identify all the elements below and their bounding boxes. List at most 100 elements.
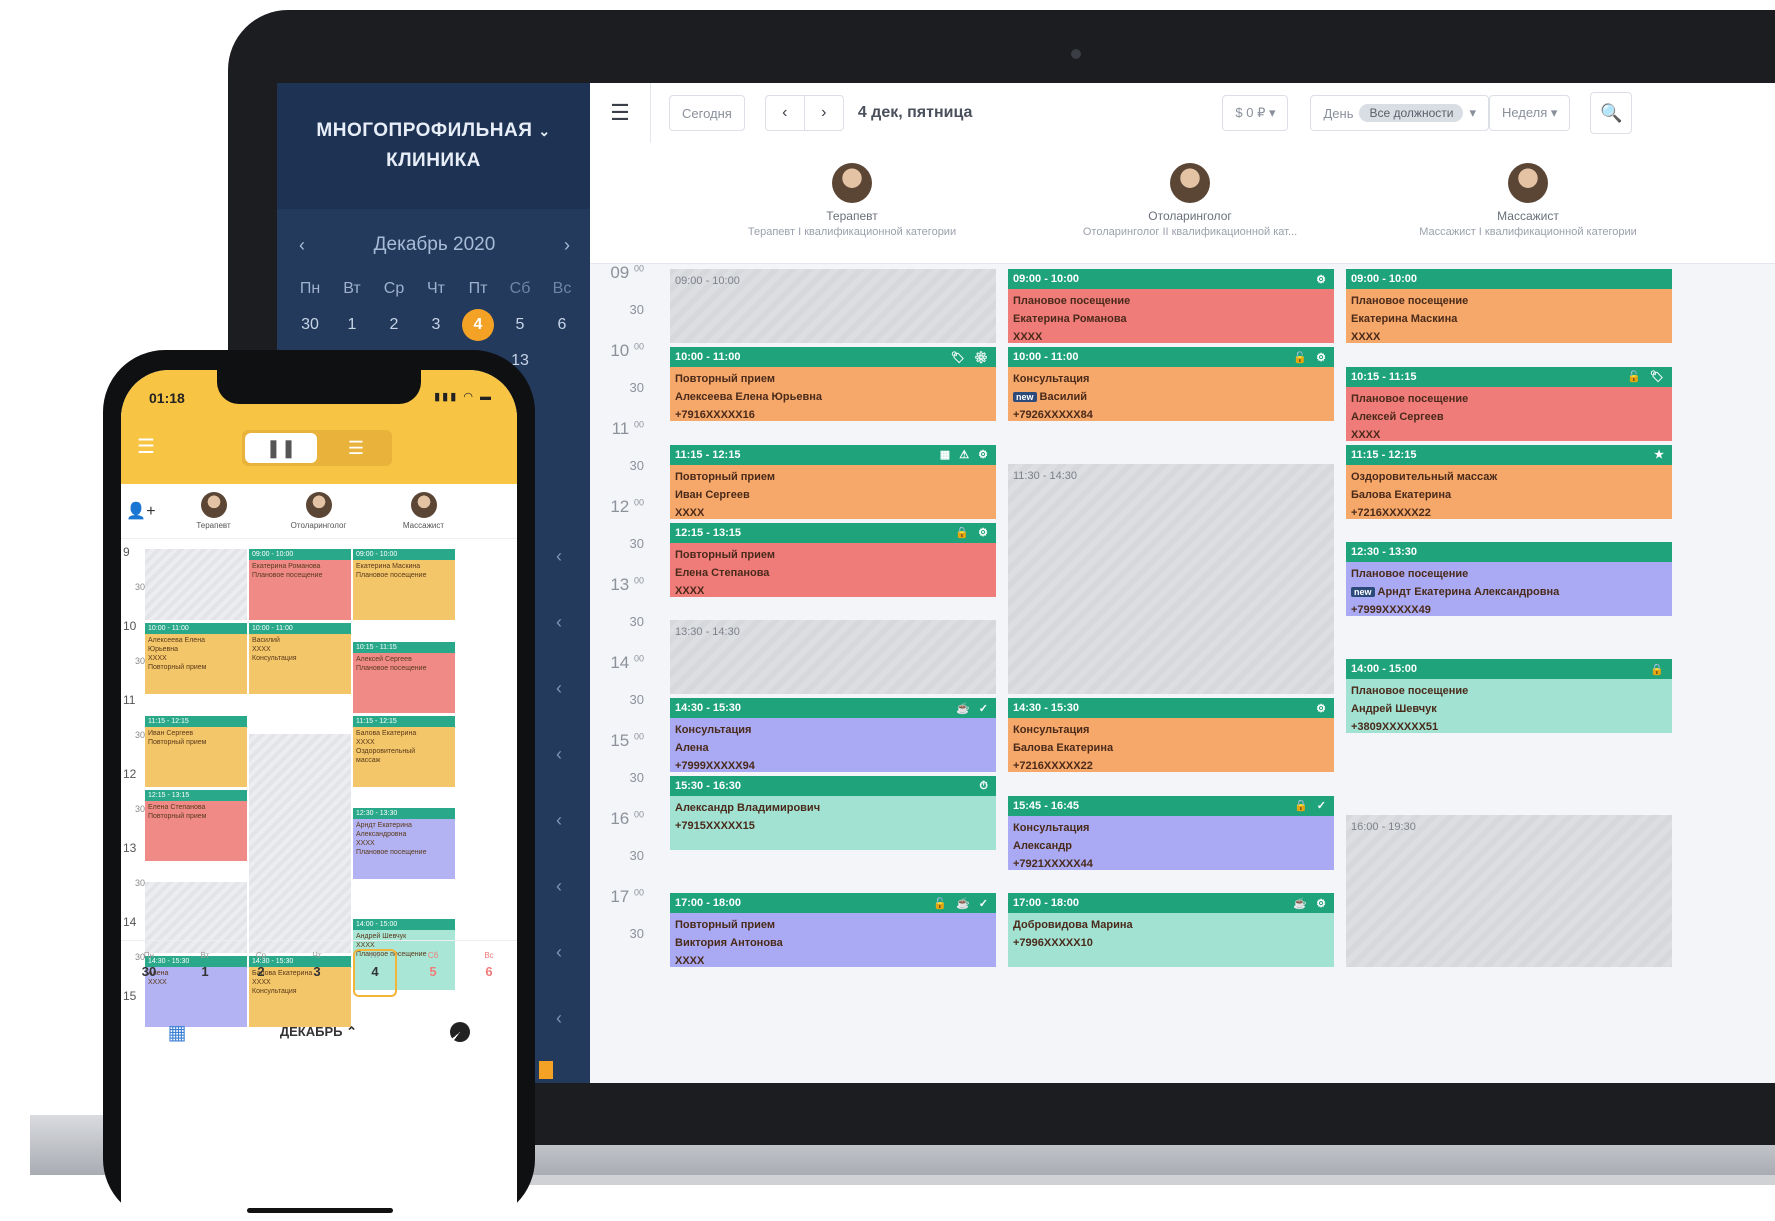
calendar-day[interactable]: 3 [415, 307, 457, 343]
calendar-day [541, 451, 583, 487]
appointment-card[interactable]: 10:00 - 11:00 🏷 ⚙ Повторный прием Алексеева… [670, 347, 996, 421]
today-button[interactable]: Сегодня [669, 95, 745, 131]
day-label: День [1323, 105, 1354, 121]
next-month-icon[interactable]: › [564, 235, 570, 256]
calendar-day[interactable]: 6 [541, 307, 583, 343]
appointment-line: Елена Степанова [148, 803, 206, 811]
appointment-card[interactable]: 10:15 - 11:15 🔓 🏷 Плановое посещение Алексе… [1346, 366, 1672, 441]
calendar-icon[interactable]: ▦ [168, 1020, 187, 1045]
appointment-line: Плановое посещение [1351, 682, 1667, 700]
prev-month-icon[interactable]: ‹ [299, 235, 305, 256]
appointment-card[interactable]: 10:00 - 11:00 Василий XXXX Консультация [249, 623, 351, 694]
appointment-text: Александр Владимирович [675, 802, 821, 814]
appointment-card[interactable]: 11:15 - 12:15 Балова Екатерина XXXX Оздоров… [353, 715, 455, 787]
appointment-status-icons: ⚙ [1316, 702, 1329, 715]
appointment-card[interactable]: 09:00 - 10:00 ⚙ Плановое посещение Екатерин… [1008, 269, 1334, 343]
day-selector[interactable]: Сб 5 [413, 951, 453, 995]
search-icon[interactable]: 🔍 [1590, 92, 1633, 134]
mobile-staff-header[interactable]: Массажист [371, 492, 476, 530]
weekday-label: Пн [299, 280, 321, 297]
next-day-icon[interactable]: › [804, 95, 844, 131]
filter-icon[interactable]: ☰ [137, 434, 155, 459]
appointment-card[interactable]: 11:15 - 12:15 Иван Сергеев Повторный прием [145, 715, 247, 787]
chevron-down-icon: ▾ [1469, 105, 1476, 120]
appointment-card[interactable]: 12:15 - 13:15 🔒 ⚙ Повторный прием Елена Сте… [670, 522, 996, 597]
appointment-card[interactable]: 14:00 - 15:00 🔒 Плановое посещение Андрей Ш… [1346, 659, 1672, 733]
appointment-time: 17:00 - 18:00 [1013, 897, 1080, 909]
chevron-left-icon[interactable]: ‹ [539, 787, 579, 853]
chevron-left-icon[interactable]: ‹ [539, 985, 579, 1051]
chevron-left-icon[interactable]: ‹ [539, 853, 579, 919]
appointment-card[interactable]: 15:45 - 16:45 🔒 ✓ Консультация Александр +79… [1008, 795, 1334, 870]
calendar-day[interactable]: 4 [457, 307, 499, 343]
appointment-card[interactable]: 11:15 - 12:15 ★ Оздоровительный массаж Бало… [1346, 444, 1672, 519]
positions-filter[interactable]: День Все должности ▾ [1310, 95, 1489, 131]
calendar-day[interactable]: 2 [373, 307, 415, 343]
mobile-staff-header[interactable]: Терапевт [161, 492, 266, 530]
appointment-card[interactable]: 14:30 - 15:30 ⚙ Консультация Балова Екатери… [1008, 698, 1334, 772]
clinic-switcher[interactable]: МНОГОПРОФИЛЬНАЯ ⌄ КЛИНИКА [277, 83, 590, 209]
appointment-card[interactable]: 16:00 - 19:30 [1346, 815, 1672, 967]
appointment-card[interactable]: 13:30 - 14:30 [670, 620, 996, 694]
appointment-card[interactable]: 17:00 - 18:00 🔓 ☕ ✓ Повторный прием Виктори… [670, 893, 996, 967]
time-label: 12 00 [610, 497, 644, 517]
appointment-card[interactable] [249, 734, 351, 953]
day-selector[interactable]: Пт 4 [353, 949, 397, 997]
day-selector[interactable]: Вс 6 [469, 951, 509, 995]
appointment-card[interactable]: 15:30 - 16:30 ⏱ Александр Владимирович +791… [670, 776, 996, 850]
weekday-label: Вт [200, 951, 210, 960]
appointment-card[interactable]: 09:00 - 10:00 Екатерина Романова Плановое … [249, 549, 351, 620]
prev-day-icon[interactable]: ‹ [764, 95, 805, 131]
appointment-card[interactable]: 17:00 - 18:00 ☕ ⚙ Добровидова Марина +7996X… [1008, 893, 1334, 967]
day-selector[interactable]: Ср 2 [241, 951, 281, 995]
chevron-left-icon[interactable]: ‹ [539, 919, 579, 985]
chevron-left-icon[interactable]: ‹ [539, 721, 579, 787]
appointment-card[interactable]: 12:30 - 13:30 Плановое посещение new Арндт … [1346, 542, 1672, 616]
appointment-card[interactable]: 11:30 - 14:30 [1008, 464, 1334, 694]
appointment-status-icons: 🔓 ☕ ✓ [933, 897, 991, 910]
appointment-card[interactable]: 10:00 - 11:00 🔓 ⚙ Консультация new Василий +7… [1008, 347, 1334, 421]
staff-column-header[interactable]: Отоларинголог Отоларинголог II квалификац… [1010, 143, 1370, 238]
appointment-card[interactable]: 11:15 - 12:15 ▦ ⚠ ⚙ Повторный прием Иван Се… [670, 444, 996, 519]
appointment-time: 09:00 - 10:00 [1013, 273, 1080, 285]
chevron-left-icon[interactable]: ‹ [539, 655, 579, 721]
day-selector[interactable]: Вт 1 [185, 951, 225, 995]
staff-role: Отоларинголог [1148, 209, 1232, 223]
chevron-left-icon[interactable]: ‹ [539, 589, 579, 655]
appointment-card[interactable]: 09:00 - 10:00 [670, 269, 996, 343]
appointment-text: Алена [675, 742, 709, 754]
time-label: 30 [135, 804, 146, 814]
appointment-card[interactable]: 12:15 - 13:15 Елена Степанова Повторный пр… [145, 789, 247, 861]
appointment-line: Плановое посещение [1351, 565, 1667, 583]
hour: 12 [610, 497, 634, 516]
hamburger-menu-icon[interactable]: ☰ [590, 83, 651, 143]
appointment-card[interactable]: 10:15 - 11:15 Алексей Сергеев Плановое пос… [353, 641, 455, 713]
appointment-card[interactable]: 12:30 - 13:30 Арндт Екатерина Александровн… [353, 808, 455, 879]
calendar-day[interactable]: 1 [331, 307, 373, 343]
appointment-card[interactable]: 09:00 - 10:00 Плановое посещение Екатерина… [1346, 269, 1672, 343]
staff-column-header[interactable]: Массажист Массажист I квалификационной ка… [1348, 143, 1708, 238]
list-view-icon[interactable]: ☰ [320, 430, 392, 466]
appointment-time: 15:45 - 16:45 [1013, 799, 1080, 812]
appointment-card[interactable]: 14:30 - 15:30 ☕ ✓ Консультация Алена +7999XX… [670, 698, 996, 772]
pie-chart-icon[interactable] [450, 1022, 471, 1042]
appointment-time: 11:15 - 12:15 [1351, 448, 1417, 461]
appointment-text: Арндт Екатерина Александровна [1377, 586, 1560, 598]
calendar-day[interactable]: 5 [499, 307, 541, 343]
day-selector[interactable]: Чт 3 [297, 951, 337, 995]
appointment-card[interactable]: 09:00 - 10:00 Екатерина Маскина Плановое п… [353, 549, 455, 620]
week-view-dropdown[interactable]: Неделя ▾ [1488, 95, 1571, 131]
day-selector[interactable]: Пн 30 [129, 951, 169, 995]
calendar-day[interactable]: 30 [289, 307, 331, 343]
appointment-card[interactable]: 10:00 - 11:00 Алексеева Елена Юрьевна XXXX П… [145, 623, 247, 694]
appointment-body: Повторный прием Алексеева Елена Юрьевна +7… [670, 367, 996, 421]
staff-column-header[interactable]: Терапевт Терапевт I квалификационной кате… [672, 143, 1032, 238]
columns-view-icon[interactable]: ❚❚ [245, 433, 317, 463]
appointment-card[interactable] [145, 549, 247, 620]
chevron-left-icon[interactable]: ‹ [539, 523, 579, 589]
currency-dropdown[interactable]: $ 0 ₽ ▾ [1222, 95, 1289, 131]
month-selector[interactable]: ДЕКАБРЬ ⌃ [280, 1024, 357, 1040]
time-label: 30 [630, 848, 644, 863]
add-user-icon[interactable]: 👤+ [121, 501, 161, 521]
mobile-staff-header[interactable]: Отоларинголог [266, 492, 371, 530]
